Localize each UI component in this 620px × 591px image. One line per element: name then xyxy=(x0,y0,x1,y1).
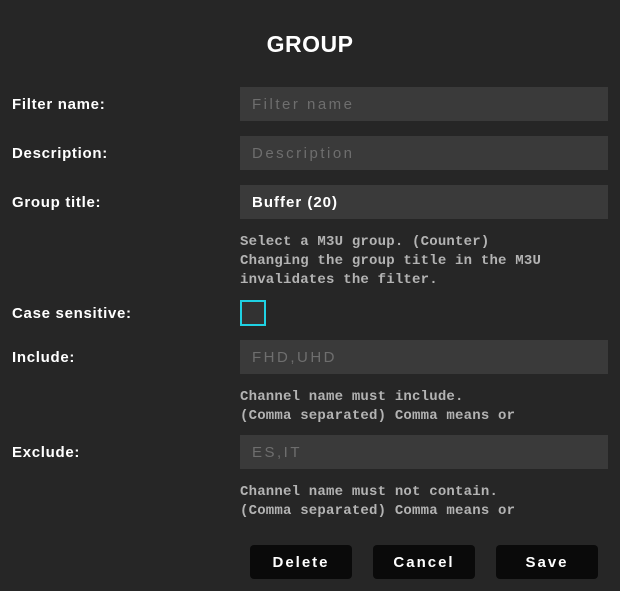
help-line: Channel name must include. xyxy=(240,389,464,405)
button-bar: Delete Cancel Save xyxy=(240,545,608,579)
case-sensitive-label: Case sensitive: xyxy=(12,304,132,322)
page-title: GROUP xyxy=(266,31,354,57)
include-row: Include: xyxy=(12,340,608,374)
help-line: (Comma separated) Comma means or xyxy=(240,408,516,424)
case-sensitive-row: Case sensitive: xyxy=(12,300,608,326)
help-line: invalidates the filter. xyxy=(240,272,438,288)
group-title-selected-value: Buffer (20) xyxy=(252,193,339,211)
filter-name-row: Filter name: xyxy=(12,87,608,121)
description-input[interactable] xyxy=(240,136,608,170)
include-input[interactable] xyxy=(240,340,608,374)
help-line: Select a M3U group. (Counter) xyxy=(240,234,490,250)
exclude-row: Exclude: xyxy=(12,435,608,469)
help-line: Changing the group title in the M3U xyxy=(240,253,542,269)
cancel-button[interactable]: Cancel xyxy=(373,545,475,579)
case-sensitive-checkbox[interactable] xyxy=(240,300,266,326)
group-title-row: Group title: Buffer (20) xyxy=(12,185,608,219)
include-label: Include: xyxy=(12,348,76,366)
group-dialog: GROUP Filter name: Description: Group ti… xyxy=(0,0,620,579)
exclude-input[interactable] xyxy=(240,435,608,469)
group-title-help: Select a M3U group. (Counter) Changing t… xyxy=(240,233,608,290)
filter-name-input[interactable] xyxy=(240,87,608,121)
description-label: Description: xyxy=(12,144,108,162)
help-line: Channel name must not contain. xyxy=(240,484,499,500)
description-row: Description: xyxy=(12,136,608,170)
exclude-label: Exclude: xyxy=(12,443,81,461)
include-help: Channel name must include. (Comma separa… xyxy=(240,388,608,426)
group-title-select[interactable]: Buffer (20) xyxy=(240,185,608,219)
help-line: (Comma separated) Comma means or xyxy=(240,503,516,519)
filter-name-label: Filter name: xyxy=(12,95,106,113)
delete-button[interactable]: Delete xyxy=(250,545,352,579)
exclude-help: Channel name must not contain. (Comma se… xyxy=(240,483,608,521)
group-title-label: Group title: xyxy=(12,193,102,211)
save-button[interactable]: Save xyxy=(496,545,598,579)
